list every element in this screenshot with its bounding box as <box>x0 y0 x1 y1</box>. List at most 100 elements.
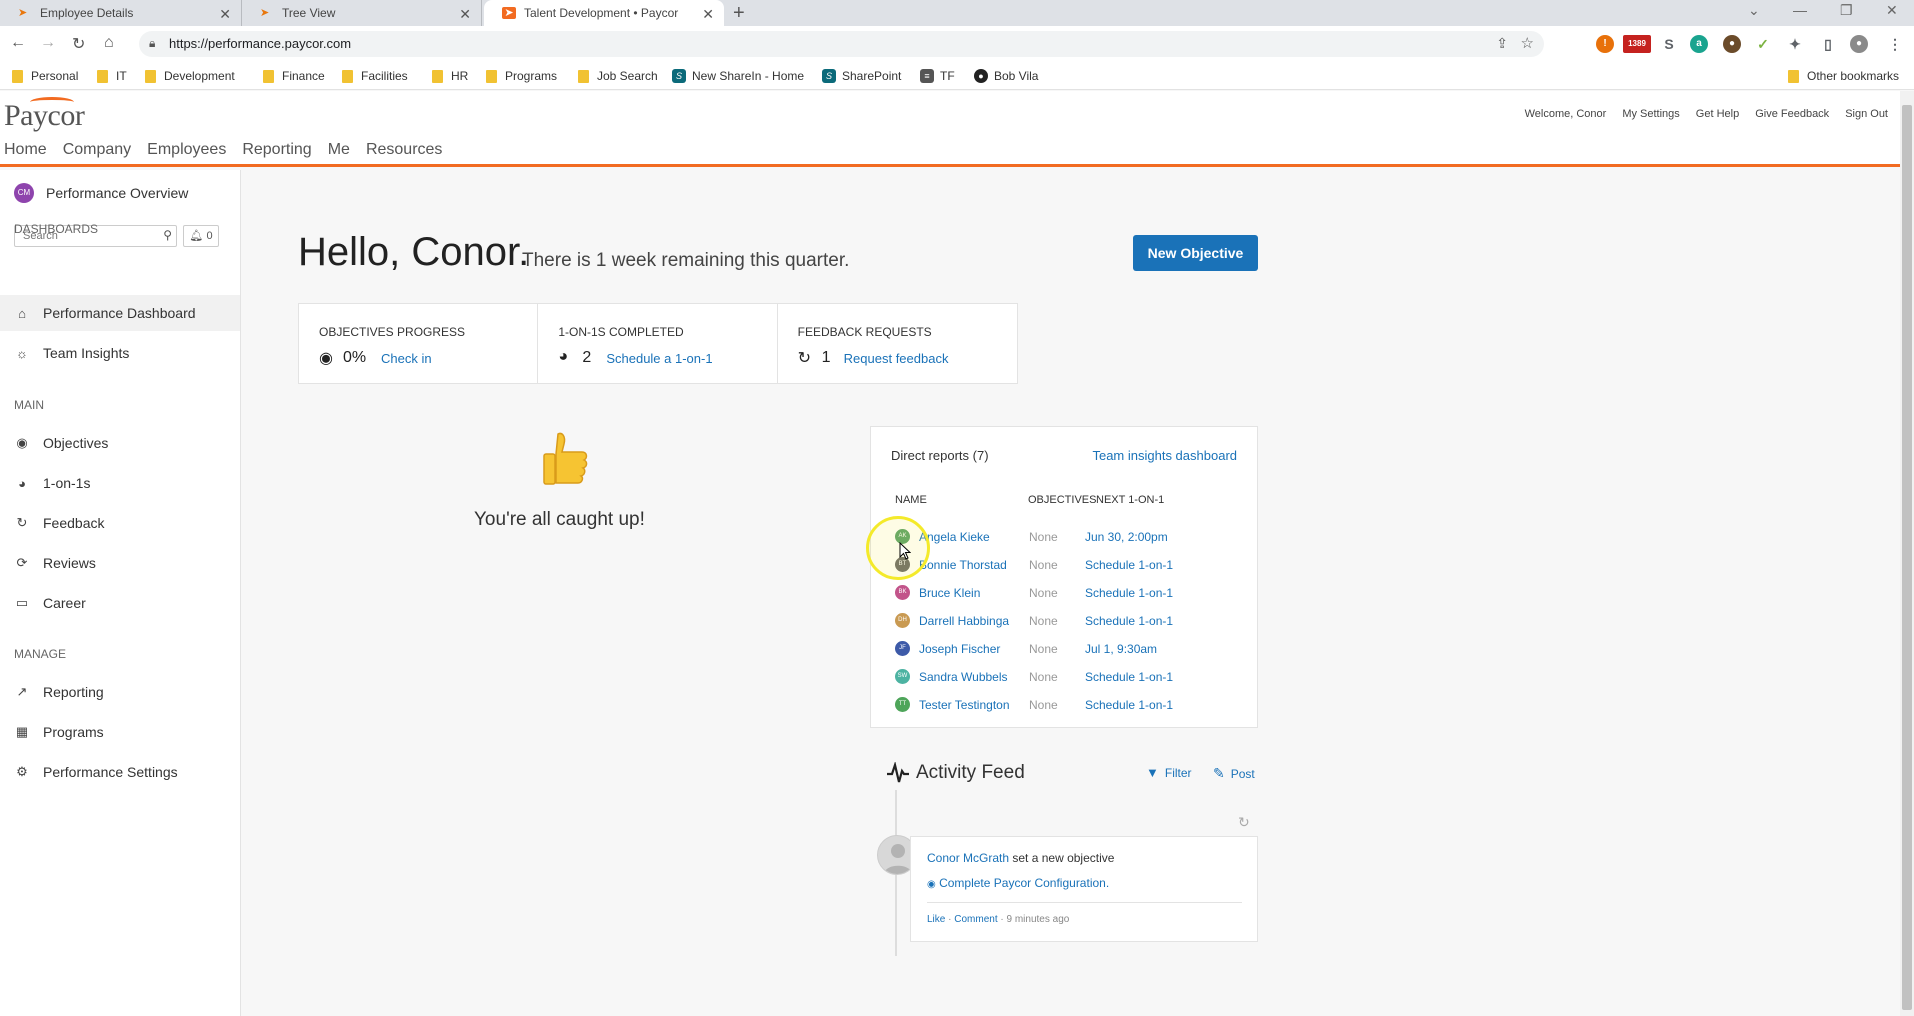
tab-employee-details[interactable]: ➤ Employee Details ✕ <box>0 0 242 26</box>
get-help-link[interactable]: Get Help <box>1696 108 1739 120</box>
performance-overview-title[interactable]: CM Performance Overview <box>14 183 188 203</box>
tab-search-icon[interactable]: ⌄ <box>1748 2 1760 19</box>
folder-icon <box>1788 69 1799 83</box>
bookmark-hr[interactable]: HR <box>432 69 468 83</box>
home-browser-icon[interactable]: ⌂ <box>104 34 114 52</box>
report-name-link[interactable]: Joseph Fischer <box>919 642 1000 656</box>
report-next-1on1-link[interactable]: Schedule 1-on-1 <box>1085 698 1173 712</box>
report-name-link[interactable]: Sandra Wubbels <box>919 670 1008 684</box>
my-settings-link[interactable]: My Settings <box>1622 108 1679 120</box>
new-tab-icon[interactable]: + <box>733 2 745 25</box>
report-name-link[interactable]: Tester Testington <box>919 698 1010 712</box>
bookmark-facilities[interactable]: Facilities <box>342 69 408 83</box>
report-name-link[interactable]: Darrell Habbinga <box>919 614 1009 628</box>
bookmark-star-icon[interactable]: ☆ <box>1521 34 1534 52</box>
cookie-extension-icon[interactable]: ● <box>1723 35 1741 53</box>
bookmark-development[interactable]: Development <box>145 69 235 83</box>
sidebar-item-1-on-1s[interactable]: ◕ 1-on-1s <box>0 465 240 501</box>
sidebar-item-team-insights[interactable]: ☼ Team Insights <box>0 335 240 371</box>
bookmark-finance[interactable]: Finance <box>263 69 325 83</box>
sidebar-item-feedback[interactable]: ↻ Feedback <box>0 505 240 541</box>
bookmark-sharein[interactable]: S New ShareIn - Home <box>672 69 804 83</box>
gmail-extension-icon[interactable]: 1389 <box>1623 35 1651 53</box>
v-extension-icon[interactable]: ✓ <box>1754 35 1772 53</box>
give-feedback-link[interactable]: Give Feedback <box>1755 108 1829 120</box>
greeting-heading: Hello, Conor. <box>298 230 530 274</box>
objective-link[interactable]: ◉ Complete Paycor Configuration. <box>927 876 1109 890</box>
schedule-1on1-link[interactable]: Schedule a 1-on-1 <box>606 351 712 366</box>
activity-author-link[interactable]: Conor McGrath <box>927 851 1009 865</box>
bookmark-sharepoint[interactable]: S SharePoint <box>822 69 901 83</box>
comment-link[interactable]: Comment <box>954 914 997 925</box>
team-insights-dashboard-link[interactable]: Team insights dashboard <box>1092 448 1237 463</box>
refresh-icon[interactable]: ↻ <box>1238 814 1250 831</box>
nav-resources[interactable]: Resources <box>366 141 442 159</box>
paycor-logo[interactable]: Paycor <box>4 99 85 133</box>
bookmark-personal[interactable]: Personal <box>12 69 78 83</box>
close-tab-icon[interactable]: ✕ <box>702 6 714 23</box>
a-extension-icon[interactable]: a <box>1690 35 1708 53</box>
post-button[interactable]: ✎ Post <box>1213 765 1255 782</box>
search-icon[interactable]: ⚲ <box>163 228 172 242</box>
sidebar-item-programs[interactable]: ▦ Programs <box>0 714 240 750</box>
forward-icon[interactable]: → <box>40 34 56 52</box>
sidebar-item-performance-settings[interactable]: ⚙ Performance Settings <box>0 754 240 790</box>
notifications-button[interactable]: 🔔︎ 0 <box>183 225 219 247</box>
check-in-link[interactable]: Check in <box>381 351 432 366</box>
folder-icon <box>97 69 108 83</box>
sidebar-item-reviews[interactable]: ⟳ Reviews <box>0 545 240 581</box>
s-extension-icon[interactable]: S <box>1660 35 1678 53</box>
back-icon[interactable]: ← <box>10 34 26 52</box>
report-name-link[interactable]: Angela Kieke <box>919 530 990 544</box>
url-bar[interactable]: 🔒︎ https://performance.paycor.com ⇪ ☆ <box>139 31 1544 57</box>
scrollbar-thumb[interactable] <box>1902 105 1912 1010</box>
report-next-1on1-link[interactable]: Schedule 1-on-1 <box>1085 586 1173 600</box>
sidebar-item-career[interactable]: ▭ Career <box>0 585 240 621</box>
report-name-link[interactable]: Bonnie Thorstad <box>919 558 1007 572</box>
other-bookmarks[interactable]: Other bookmarks <box>1788 69 1899 83</box>
report-next-1on1-link[interactable]: Jun 30, 2:00pm <box>1085 530 1168 544</box>
lightbulb-icon: ☼ <box>16 345 28 361</box>
side-panel-icon[interactable]: ▯ <box>1819 35 1837 53</box>
filter-button[interactable]: ▼ Filter <box>1146 765 1192 780</box>
welcome-text: Welcome, Conor <box>1524 108 1607 120</box>
menu-dots-icon[interactable]: ⋮ <box>1886 35 1904 53</box>
nav-employees[interactable]: Employees <box>147 141 226 159</box>
bookmark-tf[interactable]: ≡ TF <box>920 69 955 83</box>
report-next-1on1-link[interactable]: Schedule 1-on-1 <box>1085 558 1173 572</box>
nav-home[interactable]: Home <box>4 141 47 159</box>
page-scrollbar[interactable] <box>1900 91 1914 1016</box>
tab-talent-development[interactable]: ➤ Talent Development • Paycor ✕ <box>484 0 724 26</box>
reload-icon[interactable]: ↻ <box>72 34 85 54</box>
close-tab-icon[interactable]: ✕ <box>219 6 231 23</box>
bookmark-job-search[interactable]: Job Search <box>578 69 658 83</box>
feedback-icon: ↻ <box>797 350 812 367</box>
report-next-1on1-link[interactable]: Schedule 1-on-1 <box>1085 670 1173 684</box>
restore-icon[interactable]: ❐ <box>1840 2 1853 19</box>
nav-me[interactable]: Me <box>328 141 350 159</box>
report-next-1on1-link[interactable]: Schedule 1-on-1 <box>1085 614 1173 628</box>
bookmark-programs[interactable]: Programs <box>486 69 557 83</box>
profile-avatar-icon[interactable]: ● <box>1850 35 1868 53</box>
bookmark-it[interactable]: IT <box>97 69 127 83</box>
minimize-icon[interactable]: — <box>1793 2 1807 18</box>
sign-out-link[interactable]: Sign Out <box>1845 108 1888 120</box>
new-objective-button[interactable]: New Objective <box>1133 235 1258 271</box>
bookmark-bob-vila[interactable]: ● Bob Vila <box>974 69 1038 83</box>
share-icon[interactable]: ⇪ <box>1496 35 1508 52</box>
puzzle-extension-icon[interactable]: ✦ <box>1786 35 1804 53</box>
sidebar-item-reporting[interactable]: ↗ Reporting <box>0 674 240 710</box>
like-link[interactable]: Like <box>927 914 945 925</box>
sidebar-item-objectives[interactable]: ◉ Objectives <box>0 425 240 461</box>
nav-company[interactable]: Company <box>63 141 131 159</box>
tab-tree-view[interactable]: ➤ Tree View ✕ <box>242 0 482 26</box>
report-name-link[interactable]: Bruce Klein <box>919 586 980 600</box>
extension-alert-icon[interactable]: ! <box>1596 35 1614 53</box>
request-feedback-link[interactable]: Request feedback <box>844 351 949 366</box>
close-window-icon[interactable]: ✕ <box>1886 2 1898 19</box>
url-text[interactable]: https://performance.paycor.com <box>169 36 351 51</box>
close-tab-icon[interactable]: ✕ <box>459 6 471 23</box>
nav-reporting[interactable]: Reporting <box>242 141 311 159</box>
sidebar-item-performance-dashboard[interactable]: ⌂ Performance Dashboard <box>0 295 240 331</box>
report-next-1on1-link[interactable]: Jul 1, 9:30am <box>1085 642 1157 656</box>
